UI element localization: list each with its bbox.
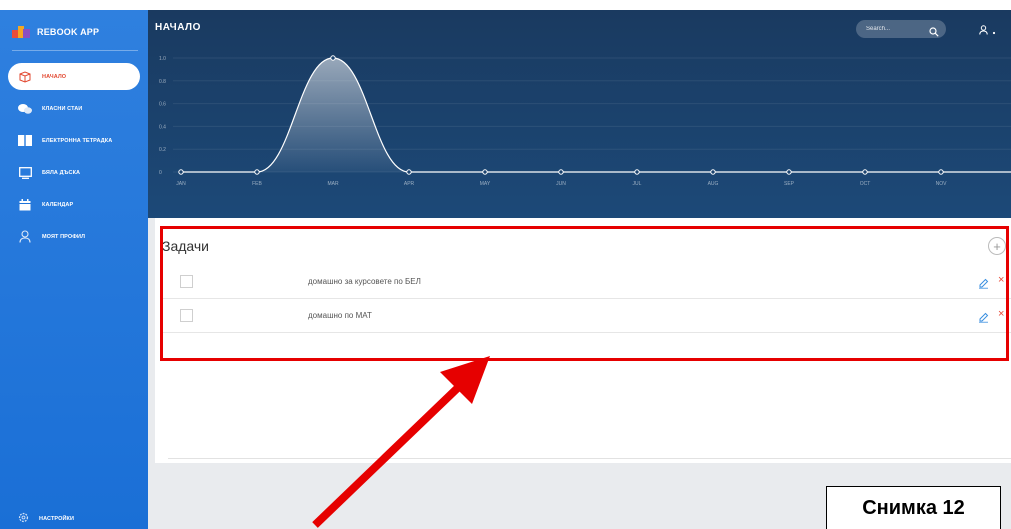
chat-icon — [18, 102, 32, 116]
sidebar-item-home[interactable]: НАЧАЛО — [8, 63, 140, 90]
y-tick-label: 0 — [159, 170, 162, 176]
x-tick-label: JUN — [556, 181, 566, 187]
search-input[interactable] — [864, 25, 928, 33]
sidebar-item-calendar[interactable]: КАЛЕНДАР — [8, 191, 140, 218]
card-divider — [168, 458, 1011, 459]
x-tick-label: OCT — [860, 181, 871, 187]
task-checkbox[interactable] — [180, 275, 193, 288]
figure-caption: Снимка 12 — [826, 486, 1001, 529]
sidebar-nav: НАЧАЛО КЛАСНИ СТАИ ЕЛЕКТРОННА ТЕТРАДКА Б… — [8, 63, 140, 255]
cube-icon — [18, 70, 32, 84]
x-tick-label: MAY — [480, 181, 491, 187]
y-tick-label: 1.0 — [159, 56, 166, 62]
data-point — [330, 55, 336, 61]
sidebar: REBOOK APP НАЧАЛО КЛАСНИ СТАИ ЕЛЕКТРОННА… — [0, 10, 148, 529]
brand-divider — [12, 50, 138, 51]
books-logo-icon — [12, 26, 30, 38]
add-task-button[interactable]: + — [988, 237, 1006, 255]
data-point — [710, 169, 716, 175]
task-checkbox[interactable] — [180, 309, 193, 322]
task-row: домашно по МАТ × — [162, 299, 1011, 333]
y-tick-label: 0.6 — [159, 102, 166, 108]
header-panel: НАЧАЛО 1.0 0.8 0.6 0.4 0.2 0 JAN FEB MAR APR MAY JU… — [148, 10, 1011, 218]
sidebar-item-label: НАЧАЛО — [42, 73, 67, 80]
gear-icon — [18, 510, 29, 528]
delete-task-button[interactable]: × — [998, 274, 1004, 286]
sidebar-item-label: БЯЛА ДЪСКА — [42, 169, 81, 176]
tasks-card: Задачи + домашно за курсовете по БЕЛ × д… — [155, 218, 1011, 463]
sidebar-item-profile[interactable]: МОЯТ ПРОФИЛ — [8, 223, 140, 250]
x-tick-label: MAR — [327, 181, 339, 187]
data-point — [558, 169, 564, 175]
search-box[interactable] — [856, 20, 946, 38]
search-icon[interactable] — [929, 24, 939, 42]
x-tick-label: NOV — [936, 181, 948, 187]
task-row: домашно за курсовете по БЕЛ × — [162, 265, 1011, 299]
x-tick-label: SEP — [784, 181, 795, 187]
user-menu[interactable] — [979, 22, 996, 40]
edit-icon[interactable] — [978, 276, 989, 294]
caret-down-icon — [992, 22, 996, 40]
calendar-icon — [18, 198, 32, 212]
x-tick-label: JAN — [176, 181, 186, 187]
data-point — [254, 169, 260, 175]
y-tick-label: 0.2 — [159, 147, 166, 153]
x-tick-label: JUL — [633, 181, 642, 187]
x-tick-label: FEB — [252, 181, 262, 187]
sidebar-item-label: ЕЛЕКТРОННА ТЕТРАДКА — [42, 137, 113, 144]
sidebar-item-notebook[interactable]: ЕЛЕКТРОННА ТЕТРАДКА — [8, 127, 140, 154]
monthly-area-chart: 1.0 0.8 0.6 0.4 0.2 0 JAN FEB MAR APR MAY JUN JUL AUG… — [159, 55, 1011, 187]
sidebar-item-settings[interactable]: НАСТРОЙКИ — [18, 510, 74, 528]
page-title: НАЧАЛО — [155, 22, 201, 33]
data-point — [786, 169, 792, 175]
y-tick-label: 0.4 — [159, 124, 166, 130]
settings-label: НАСТРОЙКИ — [39, 516, 75, 522]
user-icon — [979, 22, 988, 40]
task-text: домашно по МАТ — [308, 311, 372, 320]
delete-task-button[interactable]: × — [998, 308, 1004, 320]
book-icon — [18, 134, 32, 148]
sidebar-item-classrooms[interactable]: КЛАСНИ СТАИ — [8, 95, 140, 122]
user-icon — [18, 230, 32, 244]
data-point — [178, 169, 184, 175]
series-area — [181, 58, 1011, 172]
edit-icon[interactable] — [978, 310, 989, 328]
tasks-title: Задачи — [162, 238, 210, 254]
sidebar-item-label: КЛАСНИ СТАИ — [42, 105, 83, 112]
x-tick-label: AUG — [708, 181, 719, 187]
sidebar-item-label: КАЛЕНДАР — [42, 201, 74, 208]
sidebar-item-label: МОЯТ ПРОФИЛ — [42, 233, 86, 240]
data-point — [482, 169, 488, 175]
y-tick-label: 0.8 — [159, 79, 166, 85]
board-icon — [18, 166, 32, 180]
brand[interactable]: REBOOK APP — [12, 22, 99, 42]
app-name: REBOOK APP — [37, 27, 100, 37]
data-point — [938, 169, 944, 175]
x-tick-label: APR — [404, 181, 415, 187]
annotation-arrow — [312, 356, 490, 528]
app-frame: REBOOK APP НАЧАЛО КЛАСНИ СТАИ ЕЛЕКТРОННА… — [0, 10, 1011, 529]
data-point — [406, 169, 412, 175]
data-point — [862, 169, 868, 175]
task-text: домашно за курсовете по БЕЛ — [308, 277, 421, 286]
sidebar-item-whiteboard[interactable]: БЯЛА ДЪСКА — [8, 159, 140, 186]
data-point — [634, 169, 640, 175]
